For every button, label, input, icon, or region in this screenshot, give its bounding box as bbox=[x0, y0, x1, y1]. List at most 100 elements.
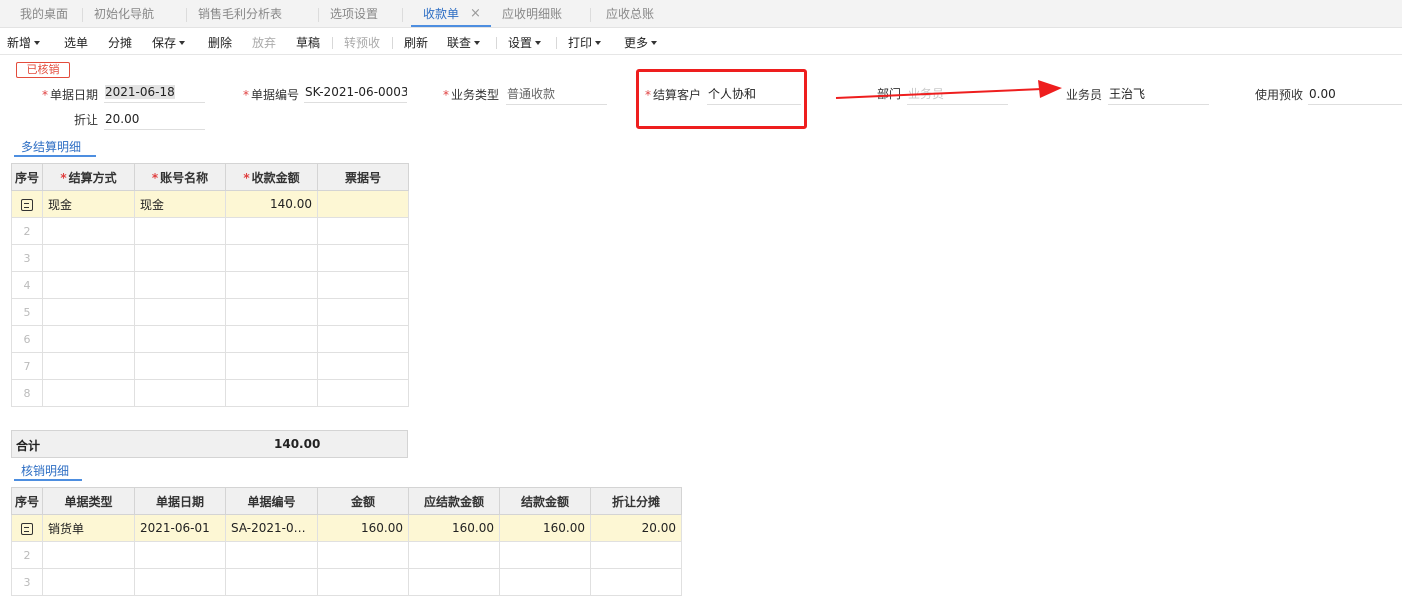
table-cell[interactable] bbox=[317, 568, 409, 596]
row-edit-cell[interactable] bbox=[11, 190, 43, 218]
table-cell[interactable] bbox=[225, 217, 318, 245]
tab-ar-detail[interactable]: 应收明细账 bbox=[502, 6, 562, 24]
select-button[interactable]: 选单 bbox=[64, 34, 88, 51]
table-cell[interactable] bbox=[42, 271, 135, 299]
table-cell[interactable] bbox=[134, 541, 226, 569]
table-cell[interactable] bbox=[317, 190, 409, 218]
print-button[interactable]: 打印 bbox=[568, 34, 602, 51]
settings-button[interactable]: 设置 bbox=[508, 34, 542, 51]
table-cell[interactable]: 现金 bbox=[134, 190, 226, 218]
table-cell[interactable] bbox=[590, 541, 682, 569]
table-cell[interactable] bbox=[225, 379, 318, 407]
tab-sales-margin[interactable]: 销售毛利分析表 bbox=[198, 6, 282, 24]
col-header-index: 序号 bbox=[11, 487, 43, 515]
table-row[interactable]: 8 bbox=[11, 379, 409, 407]
salesman-field[interactable]: 王治飞 bbox=[1108, 86, 1209, 105]
table-cell[interactable] bbox=[408, 541, 500, 569]
table-cell[interactable] bbox=[42, 352, 135, 380]
table-cell[interactable] bbox=[317, 379, 409, 407]
table-cell[interactable] bbox=[134, 568, 226, 596]
table-cell[interactable] bbox=[42, 568, 135, 596]
biz-type-field[interactable]: 普通收款 bbox=[506, 86, 607, 105]
doc-date-field[interactable]: 2021-06-18 bbox=[104, 84, 205, 103]
table-cell[interactable] bbox=[317, 244, 409, 272]
doc-no-link[interactable]: SA-2021-06-... bbox=[225, 514, 318, 542]
table-cell[interactable]: 20.00 bbox=[590, 514, 682, 542]
table-cell[interactable] bbox=[225, 244, 318, 272]
prepay-field[interactable]: 0.00 bbox=[1308, 86, 1402, 105]
table-cell[interactable]: 160.00 bbox=[317, 514, 409, 542]
table-cell[interactable] bbox=[317, 271, 409, 299]
doc-no-field[interactable]: SK-2021-06-0003 bbox=[304, 84, 407, 103]
split-button[interactable]: 分摊 bbox=[108, 34, 132, 51]
writeoff-section-title[interactable]: 核销明细 bbox=[21, 462, 69, 479]
table-cell[interactable] bbox=[225, 568, 318, 596]
table-row[interactable]: 4 bbox=[11, 271, 409, 299]
discount-field[interactable]: 20.00 bbox=[104, 111, 205, 130]
table-row[interactable]: 现金 现金 140.00 bbox=[11, 190, 409, 218]
table-cell[interactable] bbox=[317, 298, 409, 326]
save-button[interactable]: 保存 bbox=[152, 34, 186, 51]
table-cell[interactable] bbox=[42, 325, 135, 353]
table-cell[interactable] bbox=[408, 568, 500, 596]
to-prepay-button[interactable]: 转预收 bbox=[344, 34, 380, 51]
table-cell[interactable] bbox=[225, 352, 318, 380]
row-edit-cell[interactable] bbox=[11, 514, 43, 542]
table-row[interactable]: 销货单 2021-06-01 SA-2021-06-... 160.00 160… bbox=[11, 514, 682, 542]
table-cell[interactable] bbox=[225, 271, 318, 299]
table-cell[interactable] bbox=[134, 298, 226, 326]
tab-init-nav[interactable]: 初始化导航 bbox=[94, 6, 154, 24]
inquiry-button[interactable]: 联查 bbox=[447, 34, 481, 51]
row-edit-icon[interactable] bbox=[21, 198, 33, 211]
table-cell[interactable] bbox=[225, 541, 318, 569]
table-cell[interactable]: 140.00 bbox=[225, 190, 318, 218]
table-cell[interactable] bbox=[317, 217, 409, 245]
table-cell[interactable] bbox=[134, 244, 226, 272]
new-button-label: 新增 bbox=[7, 36, 32, 50]
table-cell[interactable] bbox=[317, 325, 409, 353]
tab-options[interactable]: 选项设置 bbox=[330, 6, 378, 24]
table-cell[interactable]: 现金 bbox=[42, 190, 135, 218]
delete-button[interactable]: 删除 bbox=[208, 34, 232, 51]
tab-ar-ledger[interactable]: 应收总账 bbox=[606, 6, 654, 24]
table-cell[interactable] bbox=[225, 325, 318, 353]
table-row[interactable]: 2 bbox=[11, 217, 409, 245]
tab-receipt[interactable]: 收款单 bbox=[423, 6, 459, 24]
table-cell[interactable] bbox=[42, 541, 135, 569]
table-cell[interactable] bbox=[499, 568, 591, 596]
table-row[interactable]: 7 bbox=[11, 352, 409, 380]
col-header-doc-date: 单据日期 bbox=[134, 487, 226, 515]
new-button[interactable]: 新增 bbox=[7, 34, 41, 51]
settlement-section-title[interactable]: 多结算明细 bbox=[21, 138, 81, 155]
close-icon[interactable]: × bbox=[470, 6, 481, 24]
table-row[interactable]: 6 bbox=[11, 325, 409, 353]
table-cell[interactable] bbox=[499, 541, 591, 569]
table-cell[interactable] bbox=[317, 352, 409, 380]
table-row[interactable]: 2 bbox=[11, 541, 682, 569]
table-cell[interactable] bbox=[134, 352, 226, 380]
table-cell[interactable] bbox=[42, 244, 135, 272]
table-cell[interactable] bbox=[42, 217, 135, 245]
draft-button[interactable]: 草稿 bbox=[296, 34, 320, 51]
table-cell[interactable] bbox=[134, 217, 226, 245]
refresh-button[interactable]: 刷新 bbox=[404, 34, 428, 51]
table-row[interactable]: 5 bbox=[11, 298, 409, 326]
table-row[interactable]: 3 bbox=[11, 244, 409, 272]
table-cell[interactable] bbox=[590, 568, 682, 596]
table-row[interactable]: 3 bbox=[11, 568, 682, 596]
table-cell[interactable] bbox=[42, 379, 135, 407]
discard-button[interactable]: 放弃 bbox=[252, 34, 276, 51]
table-cell[interactable] bbox=[317, 541, 409, 569]
table-cell[interactable]: 2021-06-01 bbox=[134, 514, 226, 542]
table-cell[interactable] bbox=[42, 298, 135, 326]
table-cell[interactable] bbox=[134, 271, 226, 299]
table-cell[interactable]: 160.00 bbox=[499, 514, 591, 542]
table-cell[interactable] bbox=[225, 298, 318, 326]
row-edit-icon[interactable] bbox=[21, 522, 33, 535]
table-cell[interactable]: 160.00 bbox=[408, 514, 500, 542]
table-cell[interactable]: 销货单 bbox=[42, 514, 135, 542]
tab-my-desktop[interactable]: 我的桌面 bbox=[20, 6, 68, 24]
table-cell[interactable] bbox=[134, 325, 226, 353]
more-button[interactable]: 更多 bbox=[624, 34, 658, 51]
table-cell[interactable] bbox=[134, 379, 226, 407]
